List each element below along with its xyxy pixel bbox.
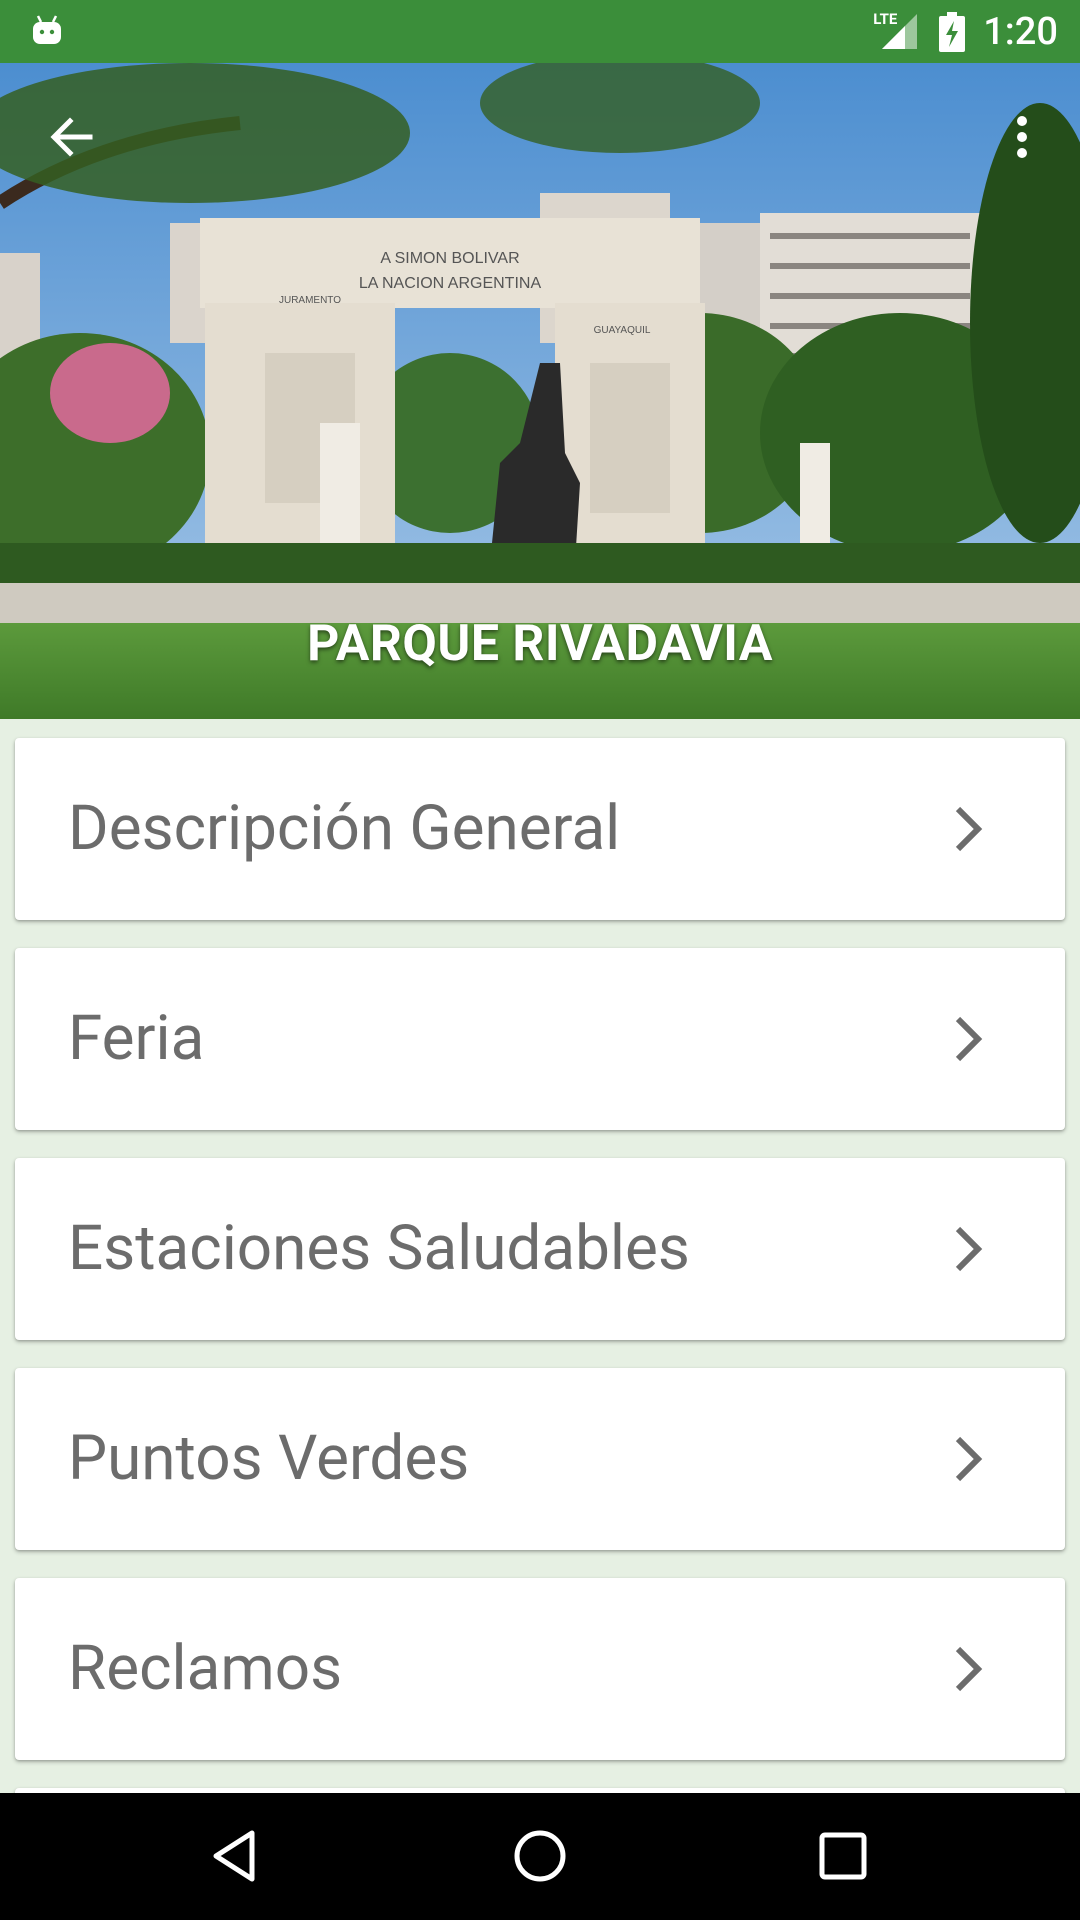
chevron-right-icon <box>955 806 983 852</box>
park-title: PARQUE RIVADAVIA <box>307 615 773 673</box>
menu-item-estaciones-saludables[interactable]: Estaciones Saludables <box>15 1158 1065 1340</box>
back-nav-icon[interactable] <box>202 1823 268 1889</box>
menu-list: Descripción General Feria Estaciones Sal… <box>15 738 1065 1798</box>
chevron-right-icon <box>955 1436 983 1482</box>
menu-item-label: Feria <box>68 1002 205 1075</box>
monument-right-panel: GUAYAQUIL <box>594 325 651 336</box>
menu-item-feria[interactable]: Feria <box>15 948 1065 1130</box>
home-nav-icon[interactable] <box>507 1823 573 1889</box>
recents-nav-icon[interactable] <box>810 1823 876 1889</box>
monument-left-panel: JURAMENTO <box>279 295 341 306</box>
chevron-right-icon <box>955 1646 983 1692</box>
menu-item-puntos-verdes[interactable]: Puntos Verdes <box>15 1368 1065 1550</box>
menu-item-reclamos[interactable]: Reclamos <box>15 1578 1065 1760</box>
battery-icon <box>939 11 966 52</box>
menu-item-label: Estaciones Saludables <box>68 1212 690 1285</box>
monument-inscription-2: LA NACION ARGENTINA <box>359 275 542 292</box>
menu-item-label: Descripción General <box>68 792 621 865</box>
monument-inscription-1: A SIMON BOLIVAR <box>380 250 519 267</box>
park-header: A SIMON BOLIVAR LA NACION ARGENTINA JURA… <box>0 63 1080 719</box>
back-arrow-icon[interactable] <box>44 109 100 165</box>
status-bar: LTE 1:20 <box>0 0 1080 63</box>
menu-item-label: Reclamos <box>68 1632 343 1705</box>
menu-item-label: Puntos Verdes <box>68 1422 470 1495</box>
chevron-right-icon <box>955 1226 983 1272</box>
signal-icon <box>882 14 918 49</box>
chevron-right-icon <box>955 1016 983 1062</box>
clock: 1:20 <box>983 9 1058 54</box>
more-options-icon[interactable] <box>1000 109 1044 165</box>
menu-item-descripcion-general[interactable]: Descripción General <box>15 738 1065 920</box>
android-icon <box>33 15 61 44</box>
signal-indicator: LTE <box>873 0 921 63</box>
navigation-bar <box>0 1793 1080 1920</box>
